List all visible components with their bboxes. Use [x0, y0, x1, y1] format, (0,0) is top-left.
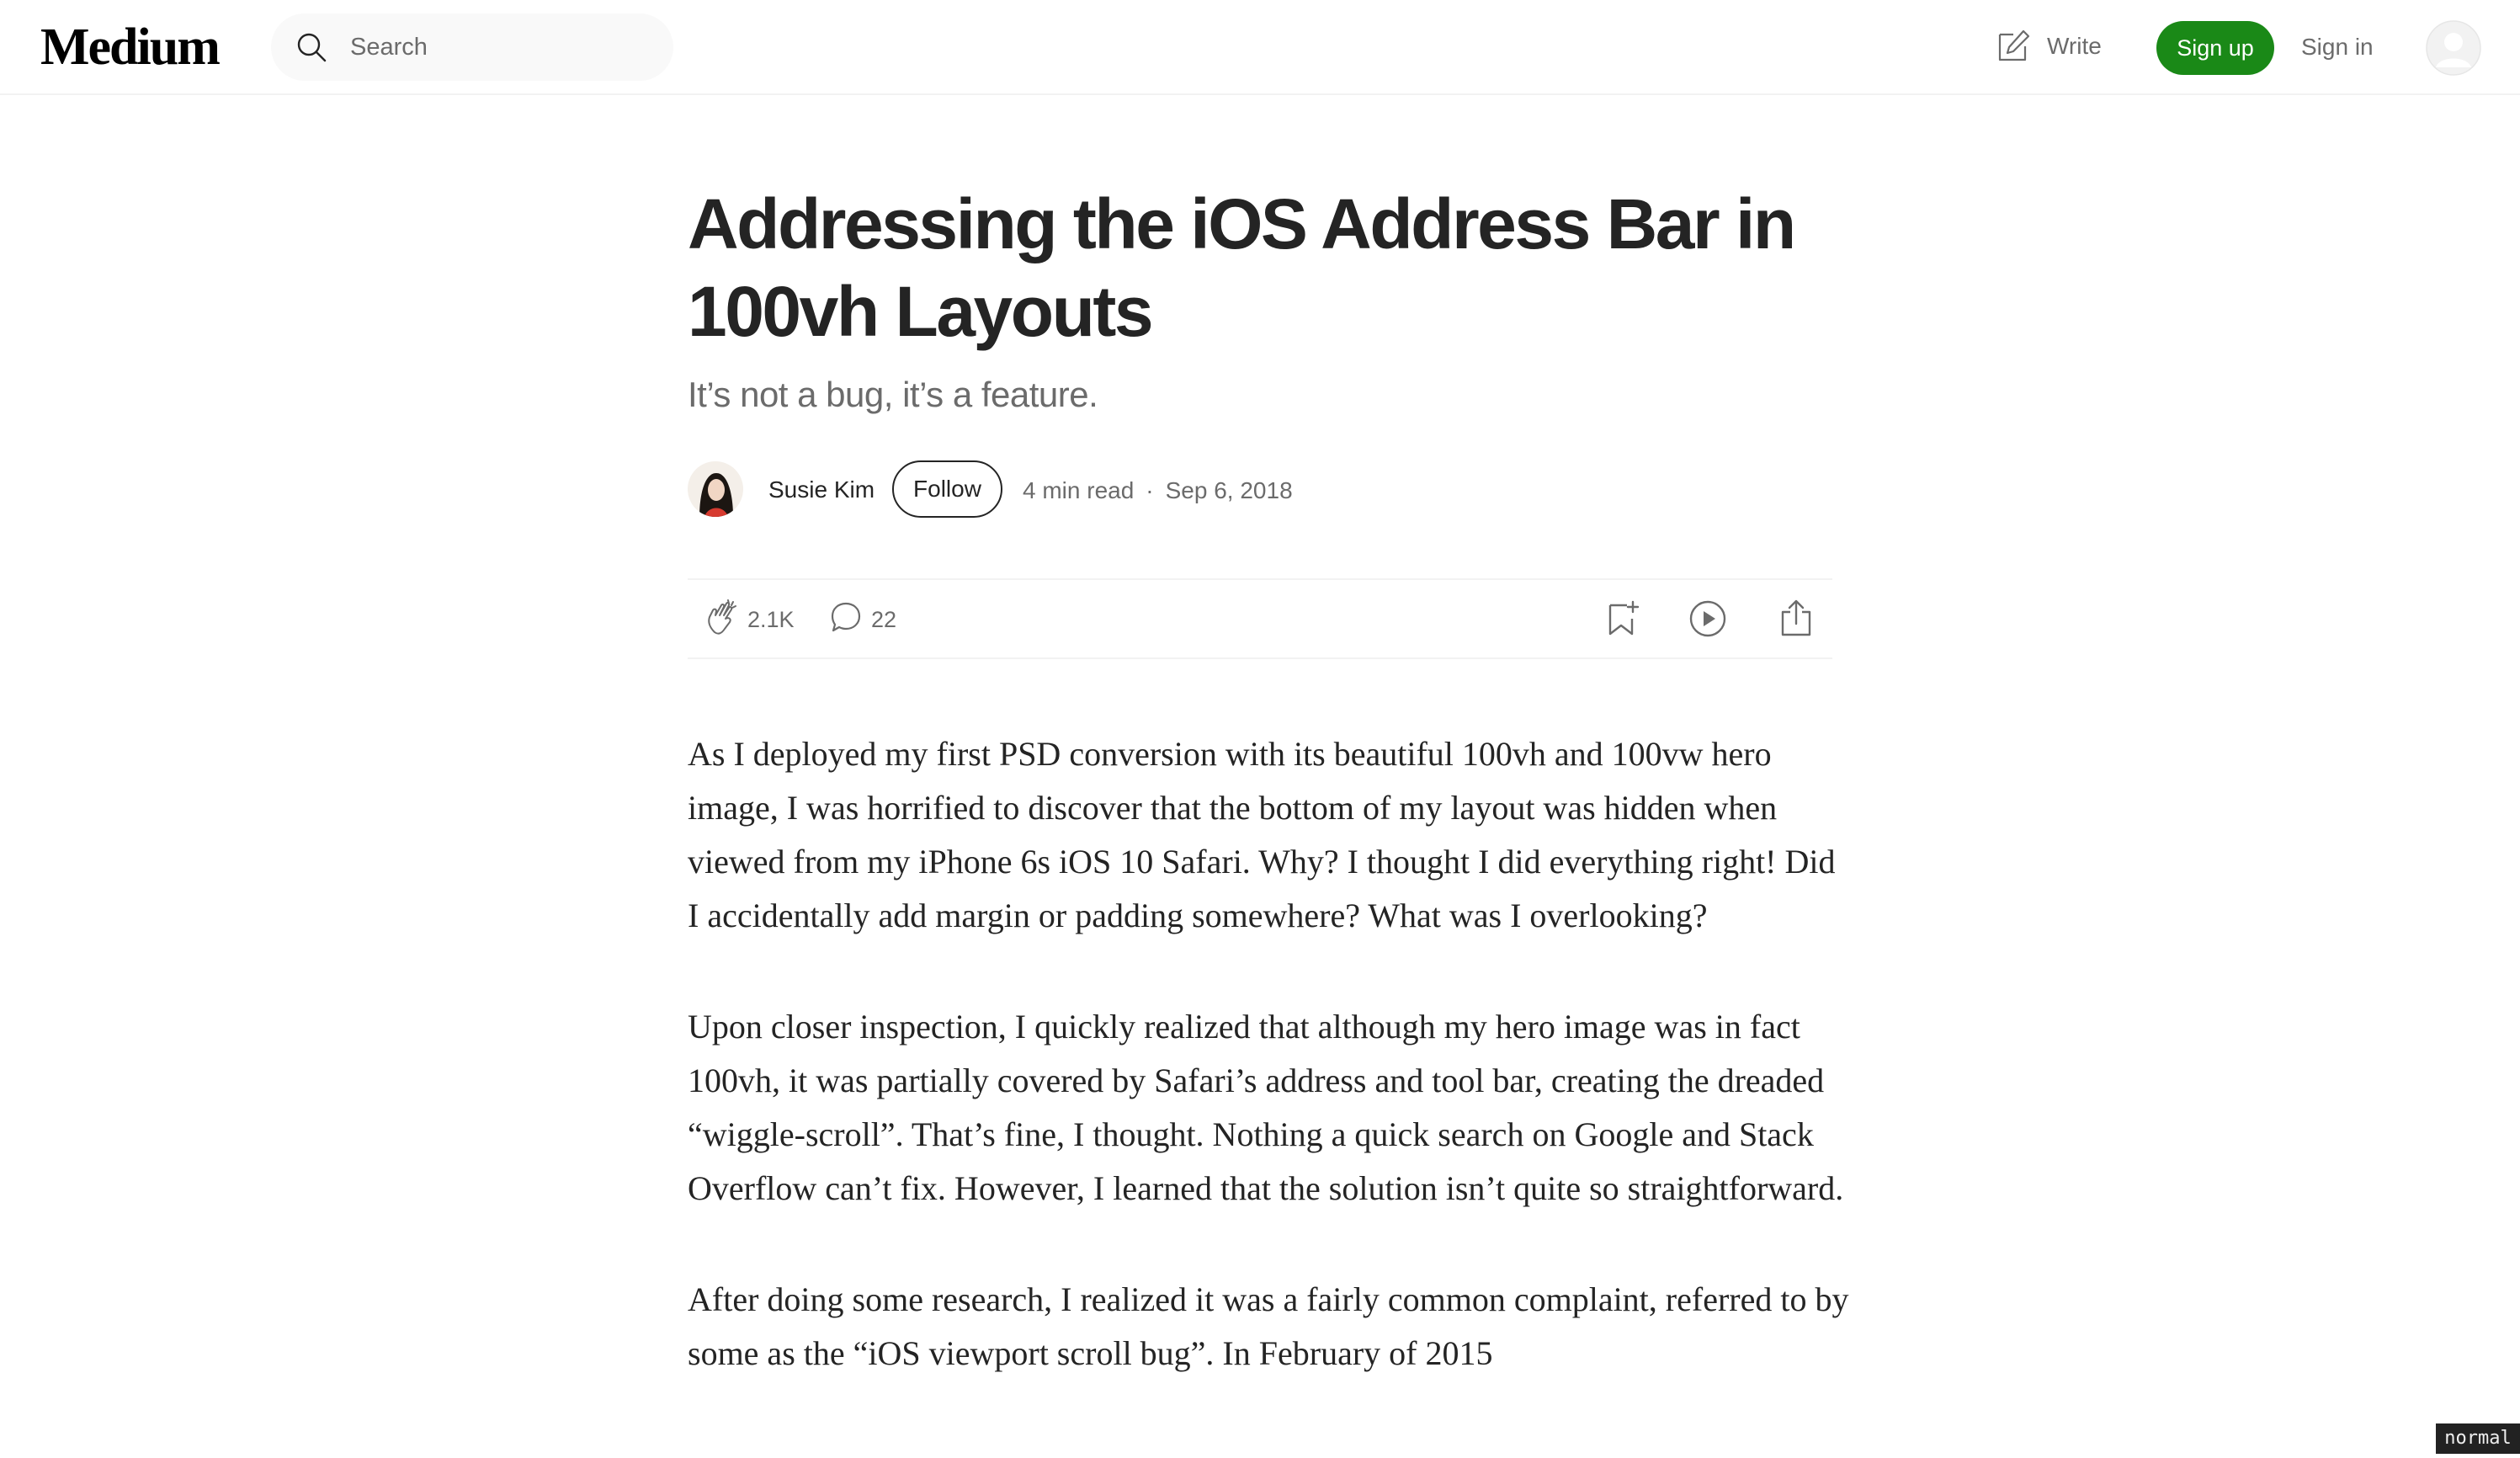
search-placeholder: Search [350, 34, 428, 61]
bookmark-icon[interactable] [1605, 600, 1640, 637]
user-avatar-icon[interactable] [2426, 20, 2481, 76]
top-nav: Medium Search Write Sign up Sign in [0, 0, 2520, 95]
meta-separator: · [1146, 477, 1154, 503]
article-paragraph: Upon closer inspection, I quickly realiz… [688, 1008, 1844, 1207]
search-input[interactable]: Search [271, 13, 673, 81]
response-icon[interactable] [829, 601, 863, 635]
article-paragraph: After doing some research, I realized it… [688, 1280, 1849, 1372]
medium-logo[interactable]: Medium [40, 20, 221, 74]
author-avatar[interactable] [688, 461, 743, 517]
author-name[interactable]: Susie Kim [768, 476, 875, 504]
signup-button[interactable]: Sign up [2156, 21, 2274, 75]
write-button[interactable]: Write [1995, 25, 2102, 67]
article-paragraph: As I deployed my first PSD conversion wi… [688, 735, 1836, 934]
write-label: Write [2047, 33, 2102, 59]
article-body: As I deployed my first PSD conversion wi… [688, 727, 1849, 1438]
listen-icon[interactable] [1688, 599, 1727, 638]
read-time: 4 min read [1023, 477, 1135, 503]
signin-link[interactable]: Sign in [2301, 32, 2374, 62]
response-count: 22 [871, 607, 897, 632]
clap-icon[interactable] [703, 599, 742, 637]
article-action-bar: 2.1K 22 [688, 578, 1832, 659]
byline: Susie Kim Follow 4 min read · Sep 6, 2018 [688, 459, 1849, 519]
clap-count: 2.1K [747, 607, 795, 632]
article-subtitle: It’s not a bug, it’s a feature. [688, 375, 1098, 414]
publish-date: Sep 6, 2018 [1165, 477, 1293, 503]
article-title: Addressing the iOS Address Bar in 100vh … [688, 184, 1796, 351]
mode-indicator: normal [2436, 1423, 2520, 1454]
share-icon[interactable] [1778, 599, 1814, 637]
search-icon [297, 33, 327, 62]
write-icon [1998, 29, 2030, 61]
follow-button[interactable]: Follow [892, 460, 1002, 518]
article-meta: 4 min read · Sep 6, 2018 [1023, 476, 1293, 505]
